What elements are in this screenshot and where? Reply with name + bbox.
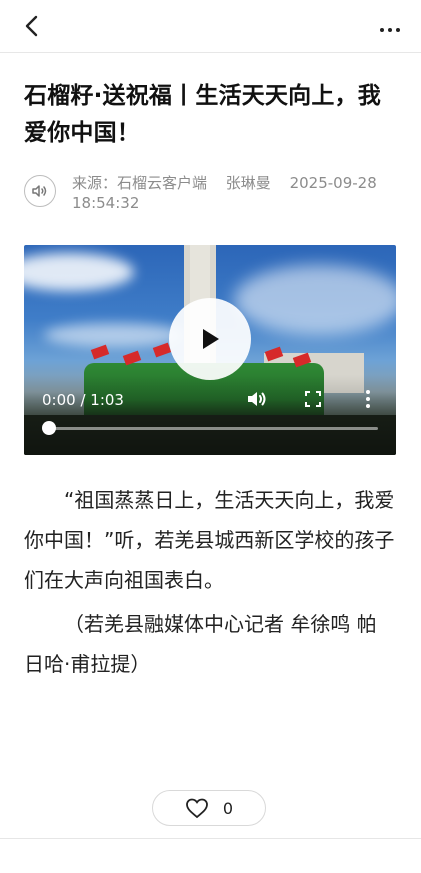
like-button[interactable]: 0 [152, 790, 266, 826]
volume-icon [248, 392, 266, 406]
video-menu-button[interactable] [364, 390, 372, 408]
article-credit: （若羌县融媒体中心记者 牟徐鸣 帕日哈·甫拉提） [24, 612, 377, 676]
play-icon [203, 329, 219, 349]
author-name: 张琳曼 [225, 174, 271, 192]
top-bar [0, 0, 421, 53]
source-label: 来源：石榴云客户端 [72, 174, 208, 192]
comment-input[interactable] [20, 853, 200, 873]
publish-date: 2025-09-28 [289, 174, 377, 192]
fullscreen-icon [305, 391, 321, 407]
bottom-bar [0, 838, 421, 863]
share-icon[interactable] [380, 855, 398, 873]
read-aloud-button[interactable] [24, 175, 56, 207]
publish-time: 18:54:32 [72, 194, 140, 212]
more-button[interactable] [373, 12, 407, 40]
volume-button[interactable] [246, 389, 268, 409]
video-player[interactable]: 0:00 / 1:03 [24, 245, 396, 455]
video-progress-bar[interactable] [42, 421, 378, 435]
like-count: 0 [222, 798, 234, 818]
speaker-icon [32, 185, 47, 197]
like-icon[interactable] [330, 855, 348, 873]
fullscreen-button[interactable] [305, 391, 321, 407]
chevron-left-icon [25, 15, 38, 37]
more-horizontal-icon [378, 17, 402, 36]
collect-icon[interactable] [280, 855, 298, 873]
heart-icon [186, 798, 208, 819]
article-meta: 来源：石榴云客户端 张琳曼 2025-09-28 18:54:32 [24, 170, 396, 216]
video-scrubber[interactable] [42, 421, 56, 435]
more-vertical-icon [364, 390, 372, 408]
article-paragraph: “祖国蒸蒸日上，生活天天向上，我爱你中国！”听，若羌县城西新区学校的孩子们在大声… [24, 488, 395, 592]
play-button[interactable] [169, 298, 251, 380]
back-button[interactable] [18, 12, 46, 40]
video-time: 0:00 / 1:03 [42, 391, 124, 409]
article-title: 石榴籽·送祝福丨生活天天向上，我爱你中国！ [24, 83, 381, 146]
comment-icon[interactable] [215, 855, 233, 873]
